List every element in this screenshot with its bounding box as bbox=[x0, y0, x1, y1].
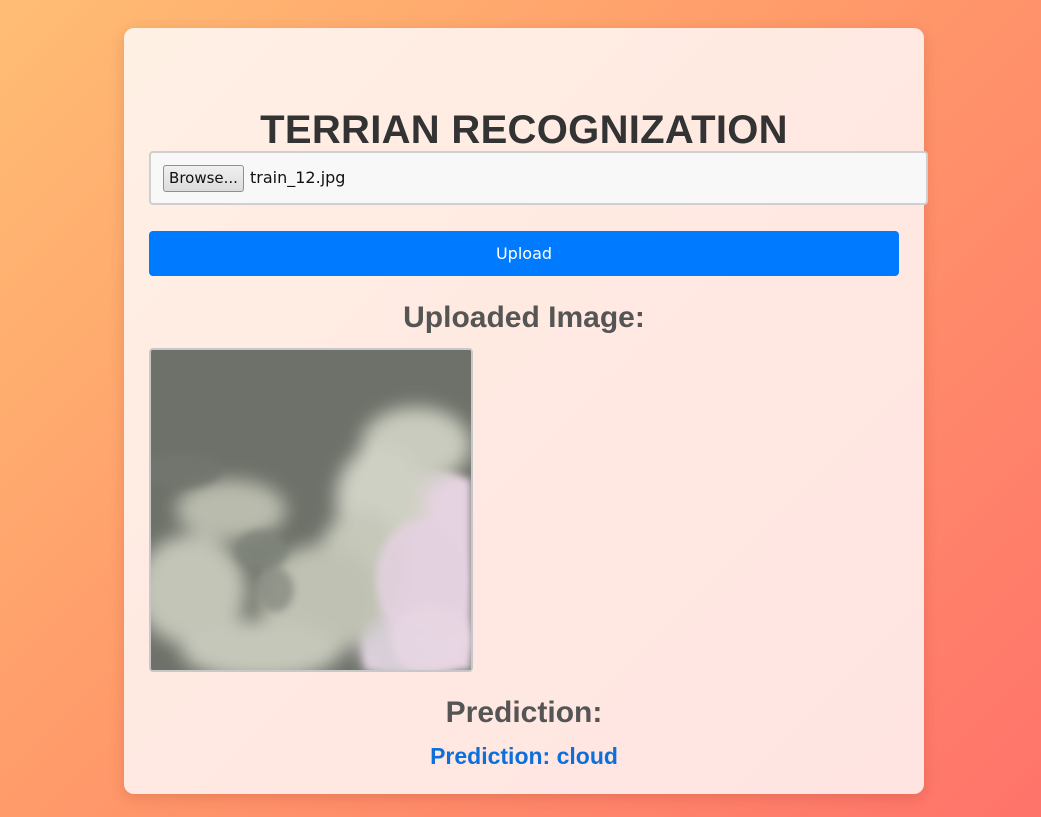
prediction-heading: Prediction: bbox=[445, 696, 603, 729]
main-card: TERRIAN RECOGNIZATION Browse... train_12… bbox=[124, 28, 928, 794]
browse-button[interactable]: Browse... bbox=[163, 165, 244, 192]
selected-file-name: train_12.jpg bbox=[250, 168, 346, 187]
page-title: TERRIAN RECOGNIZATION bbox=[260, 108, 788, 152]
prediction-result: Prediction: cloud bbox=[430, 743, 618, 769]
cloud-image bbox=[151, 350, 471, 670]
uploaded-image bbox=[149, 348, 473, 672]
upload-button[interactable]: Upload bbox=[149, 231, 899, 276]
file-input[interactable]: Browse... train_12.jpg bbox=[149, 151, 928, 205]
uploaded-image-heading: Uploaded Image: bbox=[403, 301, 645, 334]
